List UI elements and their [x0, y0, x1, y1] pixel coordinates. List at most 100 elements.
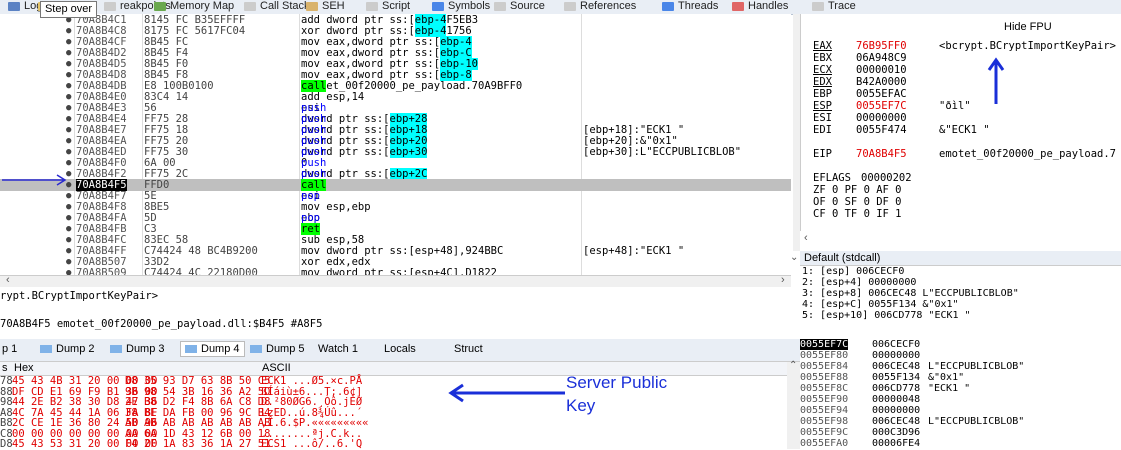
stack-value: 006CECF0: [872, 339, 921, 350]
tab-source[interactable]: Source: [490, 0, 549, 14]
register-value[interactable]: 00000010: [856, 64, 907, 76]
stack-value: 006CEC48: [872, 416, 921, 427]
stack-value: 006CEC48: [872, 361, 921, 372]
disassembly-pane[interactable]: ● 70A8B4C1 8145 FC B35EFFFF add dword ptr s…: [0, 14, 791, 278]
stack-address: 0055EF84: [800, 361, 849, 372]
dump-tab-dump-5[interactable]: Dump 5: [250, 343, 305, 355]
dump-tab-label: Watch 1: [318, 343, 358, 355]
tab-references[interactable]: References: [560, 0, 640, 14]
stack-value: 00000000: [872, 350, 921, 361]
dump-icon: [110, 345, 122, 354]
register-name: EAX: [813, 40, 832, 52]
register-name: ESI: [813, 112, 832, 124]
stack-address: 0055EF90: [800, 394, 849, 405]
argument-row[interactable]: 4: [esp+C] 0055F134 &"0x1": [802, 299, 959, 310]
dump-scrollbar[interactable]: ⌃: [787, 360, 800, 449]
stack-address: 0055EFA0: [800, 438, 849, 449]
stack-address: 0055EF7C: [800, 339, 849, 350]
register-name: EBP: [813, 88, 832, 100]
stack-comment: L"ECCPUBLICBLOB": [928, 361, 1025, 372]
tab-label: References: [580, 0, 637, 12]
reg-scrollbar[interactable]: [793, 14, 800, 251]
hide-fpu-button[interactable]: Hide FPU: [1004, 21, 1052, 33]
annotation-arrow-up-icon: [987, 57, 1005, 104]
disasm-horizontal-scrollbar[interactable]: ‹ ›: [0, 274, 791, 287]
argument-row[interactable]: 2: [esp+4] 00000000: [802, 277, 916, 288]
tab-label: Handles: [748, 0, 789, 12]
tab-label: Symbols: [448, 0, 491, 12]
dump-tab-dump-4[interactable]: Dump 4: [180, 341, 245, 357]
tab-icon: [8, 1, 20, 11]
top-tab-bar: LogNotreakpointsMemory MapCall StackSEHS…: [0, 0, 1121, 15]
tab-seh[interactable]: SEH: [302, 0, 349, 14]
tab-trace[interactable]: Trace: [808, 0, 860, 14]
tab-threads[interactable]: Threads: [658, 0, 722, 14]
argument-row[interactable]: 3: [esp+8] 006CEC48 L"ECCPUBLICBLOB": [802, 288, 1019, 299]
dump-tab-label: Locals: [384, 343, 416, 355]
register-name: ZF 0 PF 0 AF 0: [813, 184, 902, 196]
register-value[interactable]: 0055F474: [856, 124, 907, 136]
tab-label: Source: [510, 0, 545, 12]
tab-icon: [104, 1, 116, 11]
scroll-up-icon[interactable]: ⌃: [789, 360, 797, 371]
register-value[interactable]: 0055EFAC: [856, 88, 907, 100]
dump-tab-dump-3[interactable]: Dump 3: [110, 343, 165, 355]
tab-symbols[interactable]: Symbols: [428, 0, 494, 14]
dump-address: D8: [0, 438, 13, 450]
stack-value: 006CD778: [872, 383, 921, 394]
dump-tab-label: Dump 3: [126, 343, 165, 355]
tab-icon: [812, 1, 824, 11]
tab-label: Threads: [678, 0, 719, 12]
stack-address: 0055EF98: [800, 416, 849, 427]
annotation-label-line1: Server Public: [566, 373, 668, 392]
calling-convention-select[interactable]: Default (stdcall): [800, 251, 1121, 266]
register-name: EDX: [813, 76, 832, 88]
tab-label: Script: [382, 0, 411, 12]
dump-tab-label: p 1: [2, 343, 18, 355]
tab-icon: [432, 1, 444, 11]
dump-hex-bytes: F4 2F 1A 83 36 1A 27 51: [125, 438, 271, 450]
register-name: EFLAGS: [813, 172, 851, 184]
scroll-right-icon[interactable]: ›: [781, 274, 785, 286]
register-value[interactable]: 76B95FF0: [856, 40, 907, 52]
dump-tab-p-1[interactable]: p 1: [2, 343, 17, 355]
dump-tab-dump-2[interactable]: Dump 2: [40, 343, 95, 355]
reg-scroll-left-icon[interactable]: ‹: [804, 232, 808, 244]
chevron-down-icon[interactable]: ⌄: [790, 252, 798, 263]
register-value[interactable]: 0055EF7C: [856, 100, 907, 112]
step-over-tooltip: Step over: [40, 1, 97, 18]
stack-pane[interactable]: 0055EF7C 006CECF0 0055EF80 00000000 0055EF84…: [800, 339, 1121, 449]
stack-address: 0055EF88: [800, 372, 849, 383]
stack-value: 0055F134: [872, 372, 921, 383]
register-name: EDI: [813, 124, 832, 136]
argument-row[interactable]: 5: [esp+10] 006CD778 "ECK1 ": [802, 310, 971, 321]
tab-label: Trace: [828, 0, 856, 12]
tab-script[interactable]: Script: [362, 0, 414, 14]
dump-tab-struct[interactable]: Struct: [454, 343, 483, 355]
tab-label: Memory Map: [170, 0, 235, 12]
register-value[interactable]: 70A8B4F5: [856, 148, 907, 160]
dump-ascii: ECS1 ...ô/..6.'Q: [261, 438, 363, 450]
registers-panel[interactable]: EAX 76B95FF0 <bcrypt.BCryptImportKeyPair> E…: [800, 14, 1121, 231]
stack-address: 0055EF8C: [800, 383, 849, 394]
stack-comment: "ECK1 ": [928, 383, 971, 394]
tab-icon: [244, 1, 256, 11]
dump-hex-view[interactable]: 78 45 43 4B 31 20 00 00 00 D8 35 93 D7 63 …: [0, 375, 445, 450]
arguments-pane[interactable]: 1: [esp] 006CECF0 2: [esp+4] 00000000 3: […: [800, 266, 1121, 336]
dump-icon: [40, 345, 52, 354]
dump-tab-locals[interactable]: Locals: [384, 343, 416, 355]
register-value[interactable]: 00000202: [861, 172, 912, 184]
scroll-left-icon[interactable]: ‹: [6, 274, 10, 286]
tab-icon: [154, 1, 166, 11]
register-value[interactable]: 06A948C9: [856, 52, 907, 64]
info-line-address: 70A8B4F5 emotet_00f20000_pe_payload.dll:…: [0, 318, 323, 330]
tab-handles[interactable]: Handles: [728, 0, 792, 14]
dump-tab-watch-1[interactable]: Watch 1: [318, 343, 358, 355]
dump-icon: [250, 345, 262, 354]
register-value[interactable]: B42A0000: [856, 76, 907, 88]
register-value[interactable]: 00000000: [856, 112, 907, 124]
register-comment: emotet_00f20000_pe_payload.7: [939, 148, 1117, 160]
tab-memory-map[interactable]: Memory Map: [150, 0, 238, 14]
argument-row[interactable]: 1: [esp] 006CECF0: [802, 266, 904, 277]
dump-header: s Hex ASCII: [0, 362, 800, 376]
